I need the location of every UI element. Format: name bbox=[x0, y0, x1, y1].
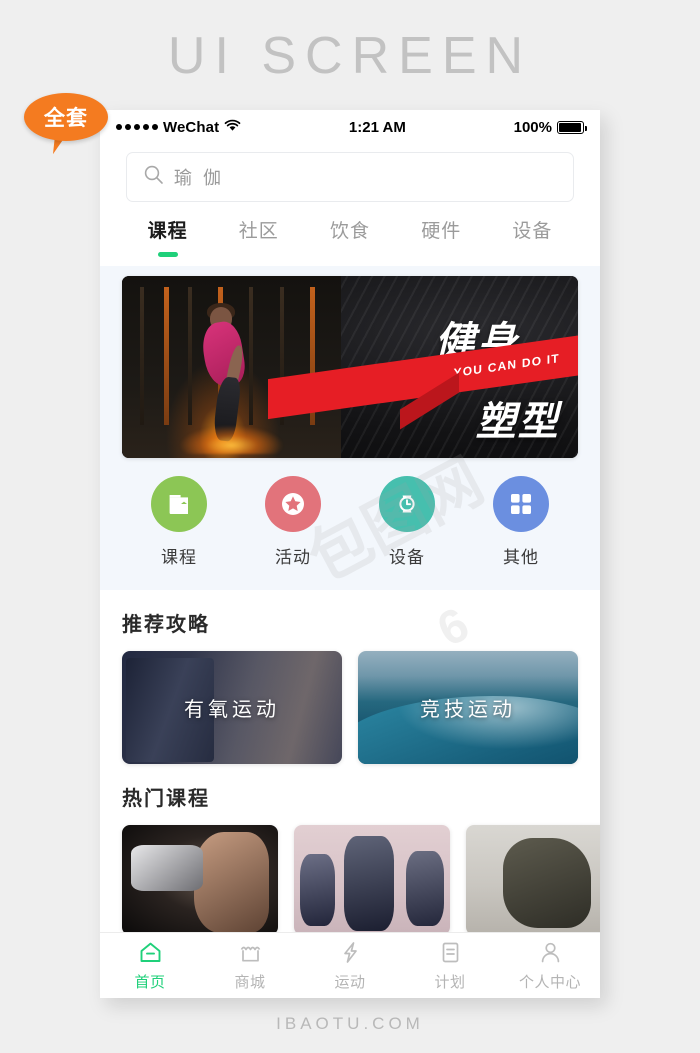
battery-percent-label: 100% bbox=[513, 118, 552, 136]
course-card-dumbbell[interactable] bbox=[122, 825, 278, 932]
guide-card-competitive[interactable]: 竞技运动 bbox=[358, 651, 578, 764]
lightning-icon bbox=[337, 940, 363, 966]
star-badge-icon bbox=[265, 476, 321, 532]
quick-action-qita[interactable]: 其他 bbox=[464, 476, 578, 568]
tab-underline bbox=[522, 252, 542, 257]
guide-card-aerobic[interactable]: 有氧运动 bbox=[122, 651, 342, 764]
phone-frame: WeChat 1:21 AM 100% 瑜 伽 课程 社区 饮食 硬件 设备 健… bbox=[100, 110, 600, 998]
person-icon bbox=[537, 940, 563, 966]
badge-label: 全套 bbox=[44, 107, 88, 130]
tab-yinshi[interactable]: 饮食 bbox=[304, 212, 395, 266]
tab-label: 饮食 bbox=[330, 221, 371, 242]
category-tabs: 课程 社区 饮食 硬件 设备 bbox=[100, 212, 600, 266]
nav-item-plan[interactable]: 计划 bbox=[400, 940, 500, 992]
banner-sparks bbox=[178, 425, 284, 455]
grid-icon bbox=[493, 476, 549, 532]
nav-label: 运动 bbox=[334, 973, 366, 991]
nav-label: 商城 bbox=[234, 973, 266, 991]
wifi-icon bbox=[224, 119, 241, 136]
document-icon bbox=[437, 940, 463, 966]
tab-shequ[interactable]: 社区 bbox=[213, 212, 304, 266]
home-icon bbox=[137, 940, 163, 966]
shop-icon bbox=[237, 940, 263, 966]
search-zone: 瑜 伽 bbox=[100, 144, 600, 212]
nav-item-sport[interactable]: 运动 bbox=[300, 940, 400, 992]
carrier-label: WeChat bbox=[163, 118, 220, 136]
poster-canvas: UI SCREEN IBAOTU.COM 全套 WeChat 1:21 AM 1… bbox=[0, 0, 700, 1053]
courses-title: 热门课程 bbox=[122, 788, 210, 810]
status-right: 100% bbox=[513, 118, 587, 136]
quick-action-label: 活动 bbox=[275, 548, 311, 567]
tab-active-underline bbox=[157, 252, 178, 257]
banner-photo bbox=[122, 276, 341, 458]
quick-action-shebei[interactable]: 设备 bbox=[350, 476, 464, 568]
banner-title-cn2: 塑型 bbox=[475, 400, 560, 445]
badge-bubble: 全套 bbox=[24, 93, 108, 141]
tab-underline bbox=[340, 252, 360, 257]
guides-section: 推荐攻略 有氧运动 竞技运动 bbox=[100, 590, 600, 764]
nav-label: 个人中心 bbox=[518, 973, 581, 991]
tab-label: 设备 bbox=[512, 221, 553, 242]
quick-action-label: 其他 bbox=[503, 548, 539, 567]
tab-underline bbox=[431, 252, 451, 257]
full-set-badge: 全套 bbox=[24, 93, 114, 165]
courses-section: 热门课程 bbox=[100, 764, 600, 932]
guide-label: 竞技运动 bbox=[420, 699, 516, 721]
quick-actions: 课程 活动 设备 其他 bbox=[100, 458, 600, 572]
courses-carousel[interactable] bbox=[122, 825, 600, 932]
nav-label: 计划 bbox=[434, 973, 466, 991]
guides-title: 推荐攻略 bbox=[122, 614, 210, 636]
tab-underline bbox=[249, 252, 269, 257]
quick-action-label: 课程 bbox=[161, 548, 197, 567]
hero-band: 健身 YOU CAN DO IT 塑型 课程 活动 设备 其他 bbox=[100, 266, 600, 590]
tab-kecheng[interactable]: 课程 bbox=[122, 212, 213, 266]
smartwatch-icon bbox=[379, 476, 435, 532]
tab-shebei[interactable]: 设备 bbox=[487, 212, 578, 266]
status-time: 1:21 AM bbox=[348, 118, 406, 136]
search-value: 瑜 伽 bbox=[174, 168, 225, 188]
battery-full-icon bbox=[557, 120, 587, 134]
nav-item-profile[interactable]: 个人中心 bbox=[500, 940, 600, 992]
banner-subtitle-en: YOU CAN DO IT bbox=[453, 351, 560, 381]
quick-action-huodong[interactable]: 活动 bbox=[236, 476, 350, 568]
hero-banner[interactable]: 健身 YOU CAN DO IT 塑型 bbox=[122, 276, 578, 458]
book-icon bbox=[151, 476, 207, 532]
site-watermark: IBAOTU.COM bbox=[276, 1014, 424, 1033]
signal-dots-icon bbox=[116, 124, 158, 130]
nav-item-home[interactable]: 首页 bbox=[100, 940, 200, 992]
screen-content: 健身 YOU CAN DO IT 塑型 课程 活动 设备 其他 推荐攻略 有氧运… bbox=[100, 266, 600, 932]
guides-list: 有氧运动 竞技运动 bbox=[122, 651, 578, 764]
nav-item-shop[interactable]: 商城 bbox=[200, 940, 300, 992]
course-card-dance[interactable] bbox=[294, 825, 450, 932]
tab-label: 社区 bbox=[238, 221, 279, 242]
bottom-nav: 首页 商城 运动 计划 个人中心 bbox=[100, 932, 600, 998]
quick-action-label: 设备 bbox=[389, 548, 425, 567]
status-bar: WeChat 1:21 AM 100% bbox=[100, 110, 600, 144]
tab-label: 硬件 bbox=[421, 221, 462, 242]
course-card-running[interactable] bbox=[466, 825, 600, 932]
search-input[interactable]: 瑜 伽 bbox=[126, 152, 574, 202]
search-icon bbox=[143, 164, 164, 190]
guide-label: 有氧运动 bbox=[184, 699, 280, 721]
page-title: UI SCREEN bbox=[167, 27, 533, 85]
quick-action-kecheng[interactable]: 课程 bbox=[122, 476, 236, 568]
status-left: WeChat bbox=[116, 119, 241, 136]
tab-label: 课程 bbox=[147, 221, 188, 242]
tab-yingjian[interactable]: 硬件 bbox=[396, 212, 487, 266]
nav-label: 首页 bbox=[134, 973, 166, 991]
